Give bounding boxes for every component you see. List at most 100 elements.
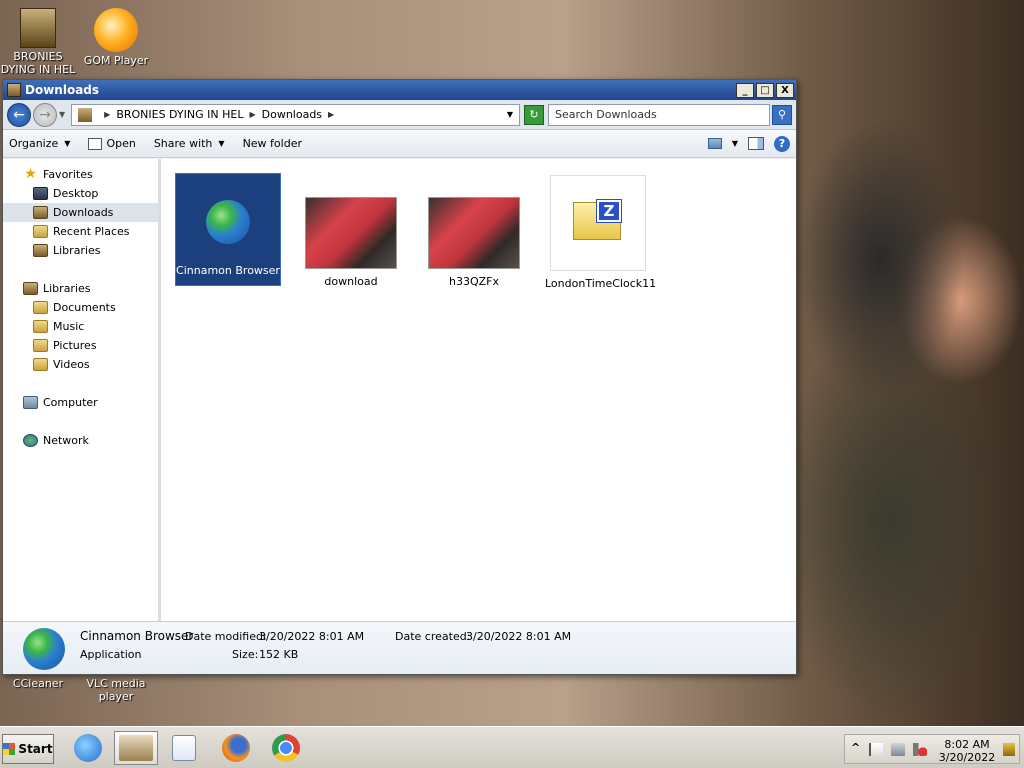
file-name: LondonTimeClock11 [545, 277, 657, 290]
taskbar-firefox[interactable] [218, 731, 254, 765]
gom-player-icon [94, 8, 138, 52]
windows-logo-icon [3, 743, 16, 755]
videos-icon [33, 358, 48, 371]
start-button[interactable]: Start [2, 734, 54, 764]
chrome-icon [272, 734, 300, 762]
chevron-right-icon[interactable]: ▶ [249, 110, 255, 119]
nav-documents[interactable]: Documents [3, 298, 158, 317]
pictures-icon [33, 339, 48, 352]
file-item-londontimeclock11[interactable]: Z LondonTimeClock11 [545, 173, 656, 290]
desktop-icon-label: GOM Player [83, 54, 149, 67]
command-bar: Organize ▼ Open Share with ▼ New folder ▼ … [3, 130, 796, 158]
window-title: Downloads [25, 83, 100, 97]
taskbar-windows-explorer[interactable] [114, 731, 158, 765]
refresh-button[interactable]: ↻ [524, 104, 544, 125]
maximize-button[interactable]: □ [756, 82, 774, 98]
nav-desktop[interactable]: Desktop [3, 184, 158, 203]
file-item-h33qzfx[interactable]: h33QZFx [421, 173, 527, 288]
navigation-pane: ★ Favorites Desktop Downloads Recent Plac… [3, 159, 161, 621]
file-item-download[interactable]: download [298, 173, 404, 288]
network-status-icon[interactable] [891, 743, 905, 756]
file-item-cinnamon-browser[interactable]: Cinnamon Browser [175, 173, 281, 286]
change-view-icon[interactable] [707, 138, 722, 149]
nav-recent-places[interactable]: Recent Places [3, 222, 158, 241]
details-pane: Cinnamon Browser Application Date modifi… [3, 621, 796, 674]
nav-pictures[interactable]: Pictures [3, 336, 158, 355]
nav-label: Network [43, 434, 89, 447]
history-dropdown-icon[interactable]: ▼ [59, 110, 65, 119]
details-file-name: Cinnamon Browser [80, 629, 194, 643]
details-date-modified: 3/20/2022 8:01 AM [259, 630, 365, 643]
close-button[interactable]: X [776, 82, 794, 98]
help-icon[interactable]: ? [774, 135, 790, 152]
zip-icon: Z [550, 175, 646, 271]
window-titlebar[interactable]: Downloads _ □ X [3, 80, 796, 100]
nav-network[interactable]: Network [3, 431, 158, 450]
nav-downloads[interactable]: Downloads [3, 203, 158, 222]
preview-pane-icon[interactable] [748, 137, 764, 150]
taskbar: Start ^ 8:02 AM 3/20/2022 [0, 726, 1024, 768]
file-name: Cinnamon Browser [176, 264, 280, 277]
search-icon[interactable]: ⚲ [772, 104, 792, 125]
file-list: Cinnamon Browser download h33QZFx Z Lond… [161, 159, 796, 621]
desktop-icon-vlc[interactable]: VLC media player [78, 677, 154, 703]
address-dropdown-icon[interactable]: ▼ [507, 110, 513, 119]
nav-libraries[interactable]: Libraries [3, 279, 158, 298]
minimize-button[interactable]: _ [736, 82, 754, 98]
volume-muted-icon[interactable] [913, 743, 927, 756]
libraries-icon [33, 244, 48, 257]
start-label: Start [18, 742, 53, 756]
recent-places-icon [33, 225, 48, 238]
forward-button[interactable]: → [33, 102, 57, 127]
breadcrumb-library[interactable]: BRONIES DYING IN HEL [116, 108, 243, 121]
nav-computer[interactable]: Computer [3, 393, 158, 412]
desktop-icon-bronies[interactable]: BRONIES DYING IN HEL [0, 8, 76, 76]
desktop-icon-label: CCleaner [12, 677, 64, 690]
image-thumbnail [305, 197, 397, 269]
nav-label: Computer [43, 396, 98, 409]
show-hidden-icons-button[interactable]: ^ [851, 741, 865, 754]
new-folder-button[interactable]: New folder [243, 137, 302, 150]
details-size: 152 KB [259, 648, 299, 661]
organize-label: Organize [9, 137, 59, 150]
firefox-icon [222, 734, 250, 762]
details-date-created: 3/20/2022 8:01 AM [466, 630, 572, 643]
nav-label: Videos [53, 358, 90, 371]
documents-icon [33, 301, 48, 314]
action-center-flag-icon[interactable] [869, 743, 883, 756]
chevron-right-icon[interactable]: ▶ [104, 110, 110, 119]
nav-libraries-fav[interactable]: Libraries [3, 241, 158, 260]
show-desktop-icon[interactable] [1003, 743, 1015, 756]
back-button[interactable]: ← [7, 102, 31, 127]
computer-icon [23, 396, 38, 409]
desktop-icon-ccleaner[interactable]: CCleaner [0, 677, 76, 690]
breadcrumb-downloads[interactable]: Downloads [262, 108, 322, 121]
desktop-icon-label: BRONIES DYING IN HEL [0, 50, 76, 76]
share-with-button[interactable]: Share with ▼ [154, 137, 225, 150]
windows-explorer-icon [119, 735, 153, 761]
desktop-icon-label: VLC media player [86, 677, 146, 703]
nav-favorites[interactable]: ★ Favorites [3, 165, 158, 184]
nav-music[interactable]: Music [3, 317, 158, 336]
taskbar-chrome[interactable] [268, 731, 304, 765]
libraries-icon [23, 282, 38, 295]
system-tray: ^ 8:02 AM 3/20/2022 [844, 734, 1020, 764]
view-options-dropdown-icon[interactable]: ▼ [732, 139, 738, 148]
organize-button[interactable]: Organize ▼ [9, 137, 70, 150]
chevron-right-icon[interactable]: ▶ [328, 110, 334, 119]
clock[interactable]: 8:02 AM 3/20/2022 [937, 738, 997, 764]
taskbar-media-player[interactable] [166, 731, 202, 765]
address-field[interactable]: ▶ BRONIES DYING IN HEL ▶ Downloads ▶ ▼ [71, 103, 520, 126]
nav-label: Documents [53, 301, 116, 314]
explorer-window: Downloads _ □ X ← → ▼ ▶ BRONIES DYING IN… [2, 79, 797, 675]
nav-videos[interactable]: Videos [3, 355, 158, 374]
taskbar-internet-explorer[interactable] [70, 731, 106, 765]
chevron-down-icon: ▼ [64, 139, 71, 148]
nav-label: Libraries [53, 244, 101, 257]
desktop-icon-gom-player[interactable]: GOM Player [78, 8, 154, 67]
search-input[interactable]: Search Downloads [548, 103, 770, 126]
open-button[interactable]: Open [88, 137, 136, 150]
library-icon [20, 8, 56, 48]
